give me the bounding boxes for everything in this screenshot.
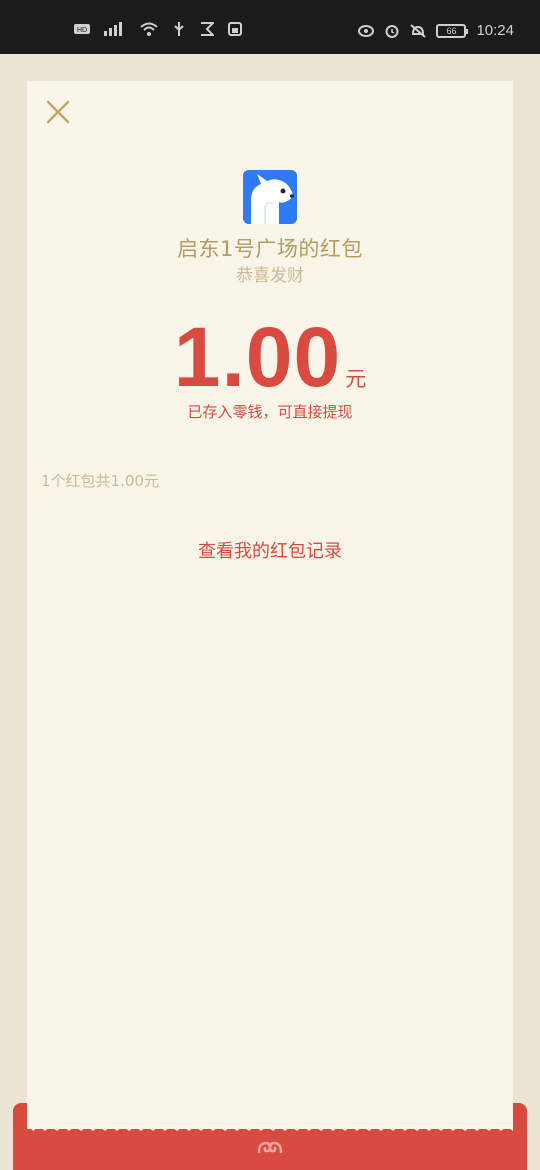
hd-icon: HD	[74, 22, 90, 36]
svg-text:HD: HD	[77, 27, 87, 34]
notification-icon	[200, 22, 216, 36]
card-zigzag-edge	[27, 1123, 513, 1131]
wifi-icon	[140, 22, 158, 36]
stored-note: 已存入零钱，可直接提现	[187, 403, 353, 421]
battery-icon: 66	[436, 23, 469, 38]
close-button[interactable]	[44, 98, 72, 126]
signal-icon	[104, 22, 126, 36]
amount-value: 1.00	[173, 310, 342, 404]
status-time: 10:24	[476, 22, 514, 39]
usb-icon	[172, 22, 186, 36]
amount-display: 1.00 元	[0, 312, 540, 402]
amount-unit: 元	[345, 367, 367, 391]
status-bar: HD 66 10:24	[0, 0, 540, 54]
eye-icon	[358, 24, 375, 38]
swirl-cloud-icon	[257, 1141, 283, 1154]
view-records-link[interactable]: 查看我的红包记录	[0, 537, 540, 563]
packet-summary: 1个红包共1.00元	[41, 472, 159, 490]
sim-icon	[228, 22, 242, 36]
alarm-icon	[384, 24, 400, 38]
close-icon	[46, 100, 70, 124]
wish-text: 恭喜发财	[236, 266, 304, 286]
mute-icon	[410, 23, 427, 38]
status-right-icons: 66 10:24	[358, 22, 514, 39]
dog-logo-icon	[243, 170, 297, 224]
status-left-icons: HD	[74, 22, 242, 36]
sender-avatar	[243, 170, 297, 224]
sender-title: 启东1号广场的红包	[177, 237, 363, 261]
